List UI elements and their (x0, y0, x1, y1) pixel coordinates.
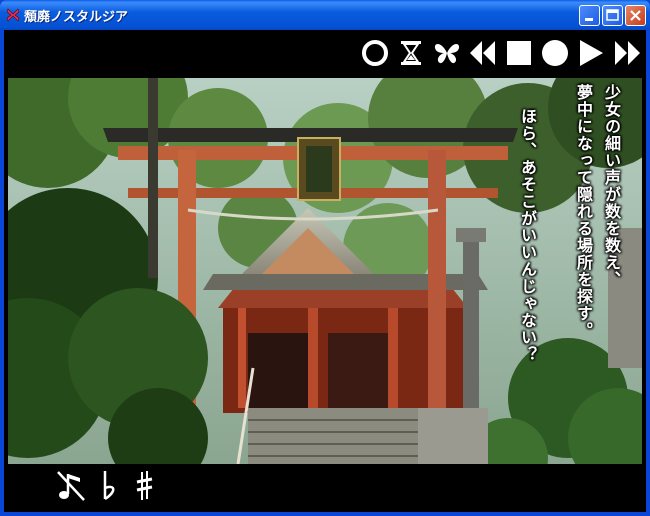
hourglass-icon (401, 41, 421, 65)
rewind-icon (470, 41, 495, 65)
sharp-icon (136, 471, 153, 500)
app-window: 頽廃ノスタルジア 少女の細い声が数を数え、 夢中になって隠れる場所を探す。 ほら… (0, 0, 650, 516)
hourglass-button[interactable] (396, 36, 426, 70)
shrine-illustration (8, 78, 642, 464)
stop-icon (507, 41, 531, 65)
fast-forward-icon (615, 41, 640, 65)
play-button[interactable] (576, 36, 606, 70)
butterfly-button[interactable] (432, 36, 462, 70)
circle-icon (362, 40, 388, 66)
game-client: 少女の細い声が数を数え、 夢中になって隠れる場所を探す。 ほら、あそこがいいんじ… (4, 30, 646, 512)
mute-music-button[interactable] (54, 468, 88, 504)
minimize-icon (585, 18, 593, 21)
stop-button[interactable] (504, 36, 534, 70)
dialog-line-1: 少女の細い声が数を数え、 (602, 84, 621, 288)
maximize-icon (606, 9, 619, 21)
circle-button[interactable] (360, 36, 390, 70)
fast-forward-button[interactable] (612, 36, 642, 70)
flat-icon (103, 471, 115, 501)
mute-music-icon (57, 471, 85, 501)
window-title: 頽廃ノスタルジア (24, 10, 129, 25)
dialog-line-3: ほら、あそこがいいんじゃない？ (518, 108, 537, 363)
minimize-button[interactable] (579, 5, 600, 26)
rewind-button[interactable] (468, 36, 498, 70)
record-icon (542, 40, 568, 66)
app-icon (6, 8, 20, 22)
close-button[interactable] (625, 5, 646, 26)
shrine-scene-image[interactable]: 少女の細い声が数を数え、 夢中になって隠れる場所を探す。 ほら、あそこがいいんじ… (8, 78, 642, 464)
close-icon (630, 10, 641, 21)
sharp-button[interactable] (134, 468, 154, 504)
butterfly-icon (434, 43, 460, 64)
title-bar[interactable]: 頽廃ノスタルジア (0, 0, 650, 30)
maximize-button[interactable] (602, 5, 623, 26)
flat-button[interactable] (100, 468, 120, 504)
play-icon (580, 40, 603, 66)
record-button[interactable] (540, 36, 570, 70)
dialog-line-2: 夢中になって隠れる場所を探す。 (574, 84, 593, 339)
